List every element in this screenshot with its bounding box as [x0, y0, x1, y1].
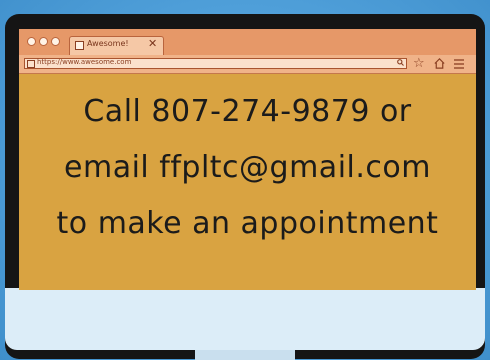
window-dot-icon[interactable]: [39, 37, 48, 46]
search-icon: [397, 59, 404, 66]
home-icon[interactable]: [433, 55, 446, 76]
tab-bar: Awesome! ✕: [19, 29, 476, 55]
close-icon[interactable]: ✕: [148, 37, 157, 50]
window-dot-icon[interactable]: [51, 37, 60, 46]
page-icon: [27, 60, 35, 68]
menu-icon: [454, 59, 464, 69]
window-dot-icon[interactable]: [27, 37, 36, 46]
tab-favicon-icon: [75, 41, 84, 50]
menu-icon[interactable]: [453, 55, 465, 76]
tab-title: Awesome!: [87, 39, 129, 48]
monitor-chin: [5, 288, 485, 350]
browser-tab[interactable]: Awesome! ✕: [69, 36, 164, 55]
home-icon: [434, 58, 445, 69]
toolbar: https://www.awesome.com ☆: [19, 55, 476, 74]
browser-window: Awesome! ✕ https://www.awesome.com ☆ Cal…: [19, 29, 476, 290]
page-content: Call 807-274-9879 or email ffpltc@gmail.…: [19, 74, 476, 290]
monitor-stand: [195, 350, 295, 360]
url-text: https://www.awesome.com: [37, 58, 132, 66]
search-icon[interactable]: [397, 59, 404, 68]
message-line-3: to make an appointment: [56, 206, 439, 241]
star-icon[interactable]: ☆: [413, 55, 425, 73]
address-bar[interactable]: https://www.awesome.com: [24, 58, 407, 69]
message-line-2: email ffpltc@gmail.com: [64, 150, 431, 185]
message-line-1: Call 807-274-9879 or: [83, 94, 412, 129]
